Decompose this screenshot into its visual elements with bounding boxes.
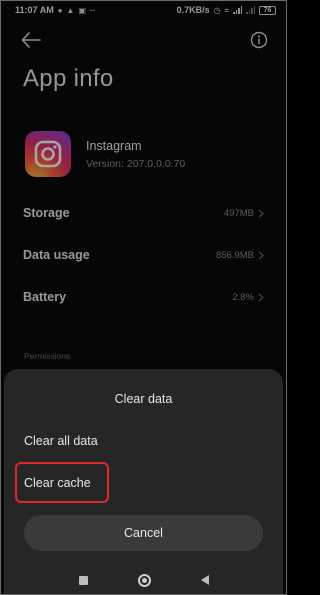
recents-icon[interactable] [78, 575, 88, 585]
back-icon[interactable] [200, 575, 209, 585]
clear-data-dialog: Clear data Clear all data Clear cache Ca… [4, 369, 283, 594]
dialog-title: Clear data [114, 392, 173, 406]
clear-cache-option[interactable]: Clear cache [24, 476, 91, 490]
cancel-button[interactable]: Cancel [24, 515, 263, 551]
screen: 11:07 AM ● ▲ ▣ ·· 0.7KB/s ◷ ≈ 76 App inf… [0, 0, 287, 595]
navigation-bar [4, 566, 283, 594]
clear-all-data-option[interactable]: Clear all data [24, 434, 98, 448]
home-icon[interactable] [137, 573, 151, 587]
